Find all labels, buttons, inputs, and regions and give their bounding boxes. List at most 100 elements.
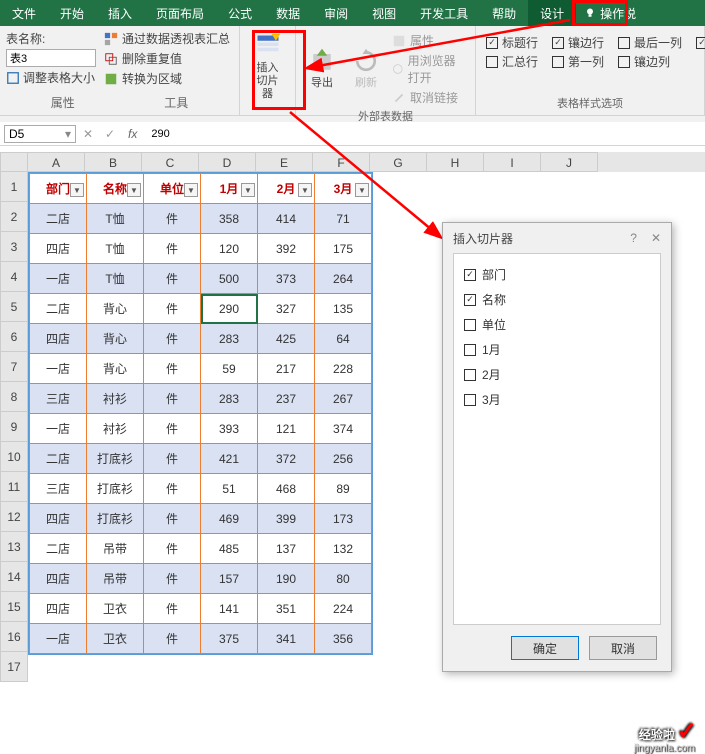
row-header-8[interactable]: 8 [0,382,28,412]
convert-range-button[interactable]: 转换为区域 [104,70,230,87]
table-cell[interactable]: 80 [315,564,372,594]
table-cell[interactable]: 三店 [30,474,87,504]
table-cell[interactable]: 件 [144,354,201,384]
table-cell[interactable]: 件 [144,474,201,504]
refresh-button[interactable]: 刷新 [346,30,386,108]
row-header-5[interactable]: 5 [0,292,28,322]
table-header[interactable]: 名称▼ [87,174,144,204]
table-cell[interactable]: 件 [144,414,201,444]
table-cell[interactable]: T恤 [87,234,144,264]
table-cell[interactable]: 四店 [30,594,87,624]
table-cell[interactable]: 421 [201,444,258,474]
table-cell[interactable]: 500 [201,264,258,294]
formula-input[interactable]: 290 [145,128,701,140]
table-cell[interactable]: 51 [201,474,258,504]
table-cell[interactable]: 件 [144,534,201,564]
table-cell[interactable]: 175 [315,234,372,264]
slicer-field-check[interactable]: 3月 [462,387,652,412]
table-cell[interactable]: 121 [258,414,315,444]
slicer-field-check[interactable]: 1月 [462,337,652,362]
table-cell[interactable]: 打底衫 [87,444,144,474]
table-cell[interactable]: 衬衫 [87,414,144,444]
table-name-input[interactable] [6,49,96,67]
table-cell[interactable]: T恤 [87,204,144,234]
fx-icon[interactable]: fx [122,127,143,141]
row-header-6[interactable]: 6 [0,322,28,352]
table-cell[interactable]: 190 [258,564,315,594]
table-cell[interactable]: 一店 [30,264,87,294]
table-cell[interactable]: 120 [201,234,258,264]
table-cell[interactable]: 173 [315,504,372,534]
pivot-summary-button[interactable]: 通过数据透视表汇总 [104,30,230,47]
table-cell[interactable]: 件 [144,234,201,264]
col-header-E[interactable]: E [256,152,313,172]
select-all-corner[interactable] [0,152,28,172]
table-cell[interactable]: 卫衣 [87,594,144,624]
table-header[interactable]: 2月▼ [258,174,315,204]
table-cell[interactable]: 283 [201,384,258,414]
table-cell[interactable]: 217 [258,354,315,384]
tab-insert[interactable]: 插入 [96,0,144,26]
table-cell[interactable]: 485 [201,534,258,564]
table-cell[interactable]: 64 [315,324,372,354]
table-cell[interactable]: 374 [315,414,372,444]
table-cell[interactable]: 背心 [87,324,144,354]
tab-design[interactable]: 设计 [528,0,576,26]
table-cell[interactable]: 228 [315,354,372,384]
table-cell[interactable]: 224 [315,594,372,624]
table-cell[interactable]: 打底衫 [87,474,144,504]
row-header-1[interactable]: 1 [0,172,28,202]
tab-data[interactable]: 数据 [264,0,312,26]
tab-formula[interactable]: 公式 [216,0,264,26]
header-row-check[interactable]: ✓标题行 [486,34,538,51]
table-cell[interactable]: 356 [315,624,372,654]
tab-layout[interactable]: 页面布局 [144,0,216,26]
table-cell[interactable]: 二店 [30,444,87,474]
table-cell[interactable]: 327 [258,294,315,324]
table-cell[interactable]: 425 [258,324,315,354]
tab-view[interactable]: 视图 [360,0,408,26]
row-header-2[interactable]: 2 [0,202,28,232]
table-cell[interactable]: 71 [315,204,372,234]
table-cell[interactable]: 打底衫 [87,504,144,534]
tab-file[interactable]: 文件 [0,0,48,26]
table-cell[interactable]: 一店 [30,624,87,654]
last-col-check[interactable]: 最后一列 [618,34,682,51]
filter-dropdown-icon[interactable]: ▼ [298,183,312,197]
table-cell[interactable]: 468 [258,474,315,504]
table-cell[interactable]: 373 [258,264,315,294]
col-header-I[interactable]: I [484,152,541,172]
filter-dropdown-icon[interactable]: ▼ [355,183,369,197]
row-header-11[interactable]: 11 [0,472,28,502]
accept-formula-icon[interactable]: ✓ [100,127,120,141]
slicer-field-check[interactable]: ✓名称 [462,287,652,312]
table-cell[interactable]: 469 [201,504,258,534]
table-cell[interactable]: 264 [315,264,372,294]
table-cell[interactable]: 283 [201,324,258,354]
table-cell[interactable]: 414 [258,204,315,234]
filter-dropdown-icon[interactable]: ▼ [184,183,198,197]
table-cell[interactable]: 吊带 [87,534,144,564]
table-cell[interactable]: 四店 [30,234,87,264]
table-cell[interactable]: 件 [144,594,201,624]
filter-dropdown-icon[interactable]: ▼ [127,183,141,197]
table-cell[interactable]: 件 [144,384,201,414]
row-header-12[interactable]: 12 [0,502,28,532]
table-cell[interactable]: 件 [144,504,201,534]
insert-slicer-button[interactable]: 插入 切片器 [246,30,289,104]
table-cell[interactable]: 351 [258,594,315,624]
total-row-check[interactable]: 汇总行 [486,53,538,70]
row-header-15[interactable]: 15 [0,592,28,622]
table-cell[interactable]: 件 [144,564,201,594]
cancel-formula-icon[interactable]: ✕ [78,127,98,141]
slicer-field-check[interactable]: ✓部门 [462,262,652,287]
table-header[interactable]: 单位▼ [144,174,201,204]
row-header-10[interactable]: 10 [0,442,28,472]
table-cell[interactable]: 二店 [30,534,87,564]
tell-me[interactable]: 操作说 [576,0,644,26]
table-cell[interactable]: 二店 [30,294,87,324]
ok-button[interactable]: 确定 [511,636,579,660]
remove-dup-button[interactable]: 删除重复值 [104,50,230,67]
tab-home[interactable]: 开始 [48,0,96,26]
table-cell[interactable]: 衬衫 [87,384,144,414]
